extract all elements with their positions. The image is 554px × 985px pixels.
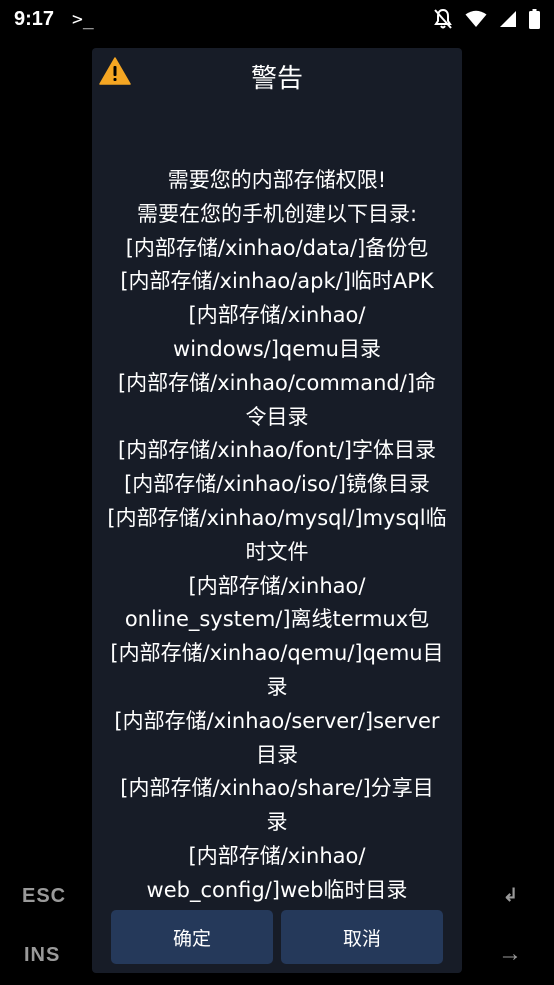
- cell-signal-icon: [499, 10, 517, 28]
- message-line: [内部存储/xinhao/command/]命: [117, 370, 437, 395]
- message-line: windows/]qemu目录: [173, 336, 381, 361]
- warning-dialog: 警告 需要您的内部存储权限! 需要在您的手机创建以下目录: [内部存储/xinhao…: [92, 48, 462, 973]
- dialog-title: 警告: [250, 64, 303, 94]
- message-line: [内部存储/xinhao/: [188, 573, 366, 598]
- battery-icon: [529, 9, 540, 29]
- message-line: [内部存储/xinhao/mysql/]mysql临: [107, 505, 447, 530]
- message-line: [内部存储/xinhao/iso/]镜像目录: [124, 472, 430, 497]
- esc-key[interactable]: ESC: [22, 885, 66, 908]
- terminal-prompt-icon: >_: [72, 8, 94, 30]
- status-time: 9:17: [14, 7, 55, 30]
- message-line: [内部存储/xinhao/share/]分享目: [120, 776, 434, 801]
- message-line: 目录: [256, 742, 298, 767]
- message-line: [内部存储/xinhao/apk/]临时APK: [120, 269, 434, 294]
- message-line: 令目录: [245, 404, 309, 429]
- confirm-button[interactable]: 确定: [111, 910, 273, 964]
- message-line: [内部存储/xinhao/font/]字体目录: [118, 438, 436, 463]
- cancel-button[interactable]: 取消: [281, 910, 443, 964]
- ins-key[interactable]: INS: [24, 944, 60, 967]
- message-line: [内部存储/xinhao/server/]server: [114, 708, 440, 733]
- message-line: 时文件: [245, 539, 309, 564]
- message-line: 需要在您的手机创建以下目录:: [136, 201, 418, 226]
- status-bar: 9:17 >_: [0, 0, 554, 38]
- wifi-icon: [465, 10, 487, 28]
- message-line: [内部存储/xinhao/data/]备份包: [125, 235, 429, 260]
- message-line: [内部存储/xinhao/: [188, 843, 366, 868]
- enter-key[interactable]: ↲: [503, 885, 519, 906]
- status-icons: [433, 8, 540, 30]
- message-line: 录: [266, 810, 288, 835]
- dialog-message: 需要您的内部存储权限! 需要在您的手机创建以下目录: [内部存储/xinhao/da…: [100, 164, 454, 908]
- message-line: 录: [266, 674, 288, 699]
- message-line: [内部存储/xinhao/qemu/]qemu目: [110, 641, 444, 666]
- notifications-off-icon: [433, 8, 453, 30]
- right-arrow-key[interactable]: →: [498, 940, 523, 968]
- message-line: 需要您的内部存储权限!: [167, 168, 387, 192]
- message-line: web_config/]web临时目录: [146, 877, 408, 902]
- message-line: online_system/]离线termux包: [124, 607, 430, 632]
- message-line: [内部存储/xinhao/: [188, 303, 366, 328]
